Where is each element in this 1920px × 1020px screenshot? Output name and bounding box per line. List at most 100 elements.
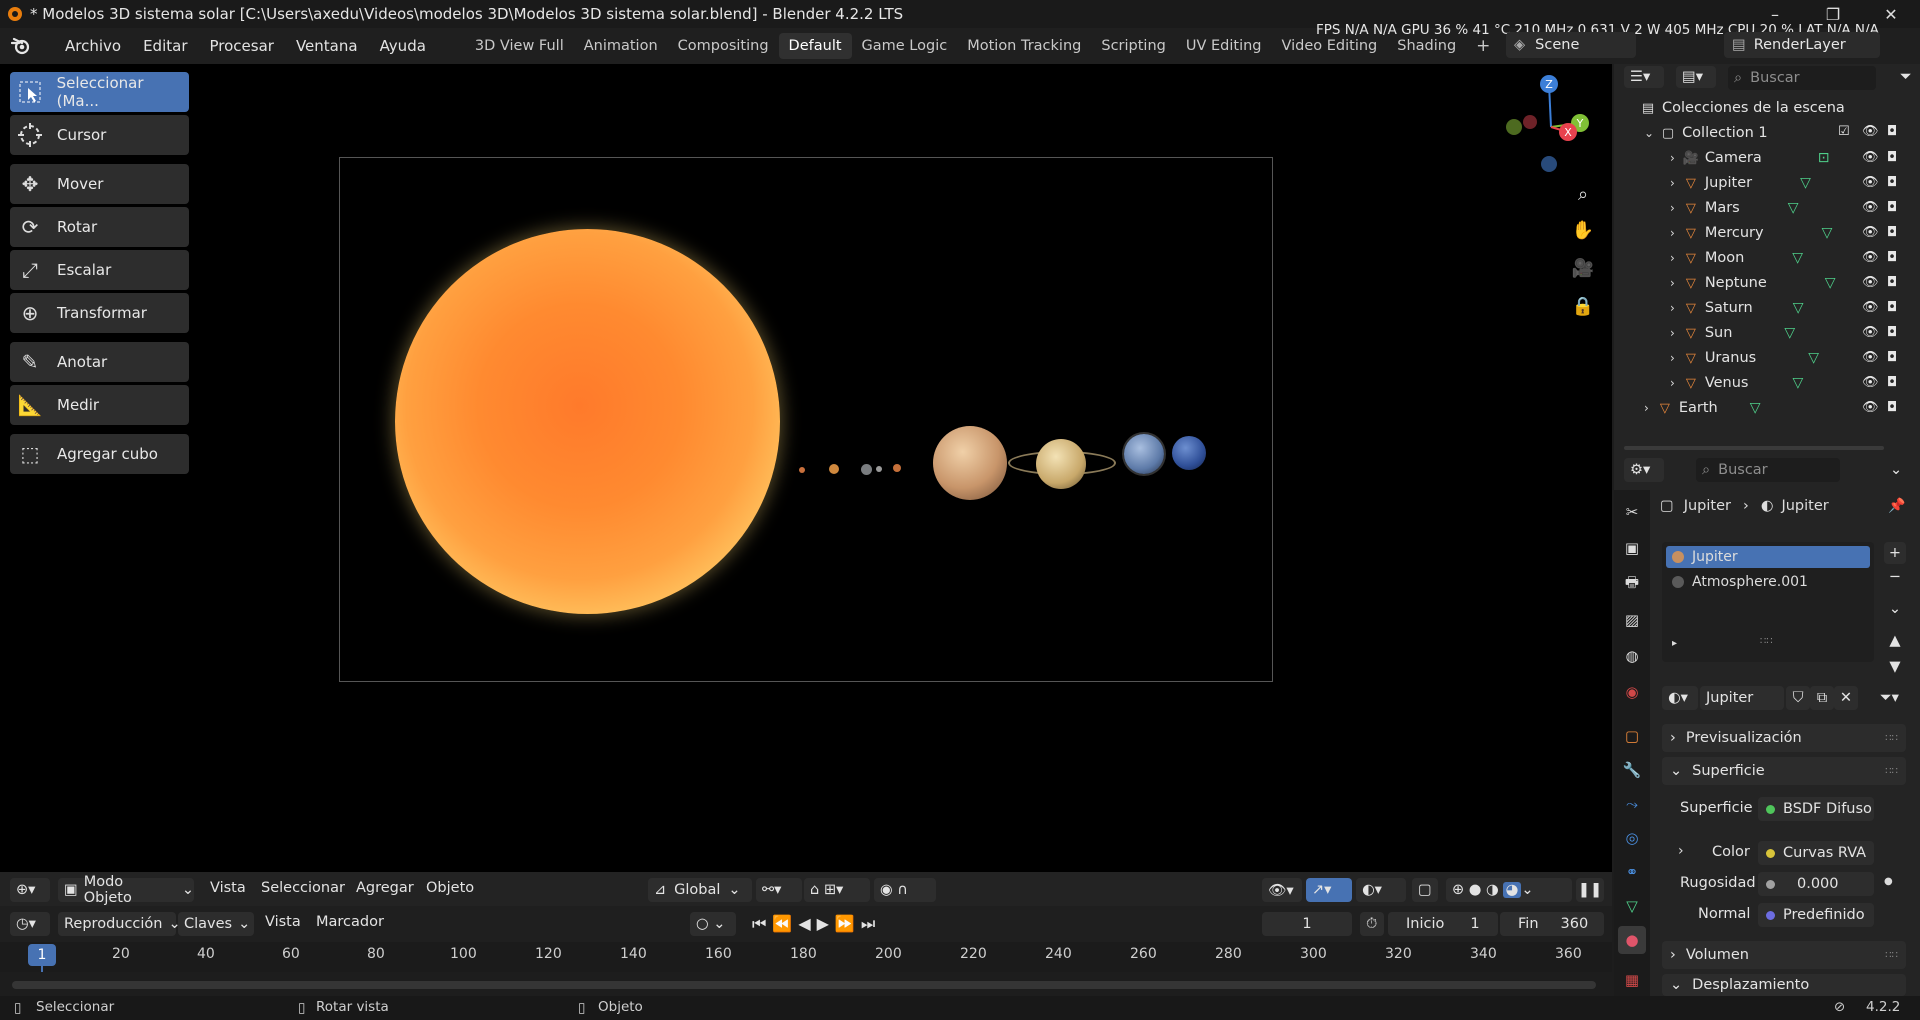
eye-icon[interactable]: 👁 [1862, 225, 1879, 240]
material-slot-atmosphere[interactable]: Atmosphere.001 [1666, 571, 1870, 593]
tab-3d-view-full[interactable]: 3D View Full [465, 33, 574, 59]
menu-ayuda[interactable]: Ayuda [369, 37, 437, 55]
camera-render-icon[interactable]: ◘ [1887, 275, 1897, 290]
outliner-scrollbar[interactable] [1624, 446, 1884, 450]
menu-archivo[interactable]: Archivo [54, 37, 132, 55]
eye-icon[interactable]: 👁 [1862, 175, 1879, 190]
fake-user-shield-icon[interactable]: ⛉ [1786, 686, 1810, 710]
camera-render-icon[interactable]: ◘ [1887, 124, 1897, 139]
chevron-right-icon[interactable]: › [1670, 251, 1675, 265]
move-up-icon[interactable]: ▲ [1884, 630, 1906, 652]
mesh-data-icon[interactable]: ▽ [1618, 892, 1646, 920]
playback-dropdown[interactable]: Reproducción ⌄ [58, 912, 181, 936]
chevron-right-icon[interactable]: › [1670, 276, 1675, 290]
proportional-editing-icon[interactable]: ◉ ∩ [874, 878, 936, 902]
mesh-data-icon[interactable]: ▽ [1793, 300, 1804, 316]
surface-shader-field[interactable]: BSDF Difuso [1758, 797, 1874, 821]
drag-grip-icon[interactable]: ∷∷ [1885, 733, 1898, 744]
tool-move[interactable]: ✥ Mover [10, 164, 189, 204]
scrollbar-rail[interactable] [12, 981, 1596, 989]
chevron-right-icon[interactable]: › [1670, 151, 1675, 165]
render-settings-icon[interactable]: ▣ [1618, 534, 1646, 562]
chevron-right-icon[interactable]: › [1670, 351, 1675, 365]
saturn-planet[interactable] [1036, 439, 1086, 489]
neptune-planet[interactable] [1172, 436, 1206, 470]
moon-planet[interactable] [876, 466, 882, 472]
camera-render-icon[interactable]: ◘ [1887, 375, 1897, 390]
tab-game-logic[interactable]: Game Logic [852, 33, 958, 59]
slot-menu-chevron-icon[interactable]: ⌄ [1884, 598, 1906, 620]
keyframe-dot-icon[interactable]: ● [1884, 876, 1893, 887]
camera-view-icon[interactable]: 🎥 [1567, 252, 1599, 284]
tab-default[interactable]: Default [778, 33, 852, 59]
gizmo-toggle-icon[interactable]: ↗▾ [1306, 878, 1352, 902]
material-properties-icon[interactable]: ● [1618, 926, 1646, 954]
tab-compositing[interactable]: Compositing [668, 33, 779, 59]
outliner-search[interactable]: ⌕ Buscar [1728, 66, 1876, 90]
mesh-data-icon[interactable]: ▽ [1788, 200, 1799, 216]
mars-planet[interactable] [893, 464, 901, 472]
timeline-ruler[interactable]: 1 20 40 60 80 100 120 140 160 180 200 22… [0, 942, 1612, 1000]
add-slot-button[interactable]: + [1884, 542, 1906, 564]
mesh-data-icon[interactable]: ▽ [1792, 250, 1803, 266]
tool-settings-icon[interactable]: ✂ [1618, 498, 1646, 526]
drag-grip-icon[interactable]: ∷∷ [1885, 950, 1898, 961]
navigation-gizmo[interactable]: Z Y X [1496, 72, 1606, 182]
camera-render-icon[interactable]: ◘ [1887, 250, 1897, 265]
normal-field[interactable]: Predefinido [1758, 903, 1874, 927]
remove-slot-button[interactable]: − [1884, 566, 1906, 588]
chevron-right-icon[interactable]: › [1670, 201, 1675, 215]
overlay-toggle-icon[interactable]: ◐▾ [1356, 878, 1406, 902]
tool-measure[interactable]: 📐 Medir [10, 385, 189, 425]
xray-icon[interactable]: ▢ [1412, 878, 1438, 902]
playback-controls[interactable]: ⏮⏪◀▶⏩⏭ [746, 912, 894, 936]
pan-hand-icon[interactable]: ✋ [1567, 214, 1599, 246]
mesh-data-icon[interactable]: ▽ [1808, 350, 1819, 366]
camera-render-icon[interactable]: ◘ [1887, 150, 1897, 165]
tab-uv-editing[interactable]: UV Editing [1176, 33, 1272, 59]
camera-render-icon[interactable]: ◘ [1887, 225, 1897, 240]
eye-icon[interactable]: 👁 [1862, 124, 1879, 139]
filter-icon[interactable]: ⏷ [1894, 66, 1916, 88]
tab-scripting[interactable]: Scripting [1091, 33, 1175, 59]
visibility-dropdown-icon[interactable]: 👁▾ [1262, 878, 1302, 902]
mesh-data-icon[interactable]: ▽ [1750, 400, 1761, 416]
panel-preview-header[interactable]: › Previsualización ∷∷ [1662, 724, 1906, 752]
chevron-down-icon[interactable]: ⌄ [1644, 126, 1654, 140]
unlink-x-icon[interactable]: ✕ [1834, 686, 1858, 710]
chevron-right-icon[interactable]: › [1644, 401, 1649, 415]
mesh-data-icon[interactable]: ▽ [1784, 325, 1795, 341]
eye-icon[interactable]: 👁 [1862, 275, 1879, 290]
material-slot-jupiter[interactable]: Jupiter [1666, 546, 1870, 568]
menu-ventana[interactable]: Ventana [285, 37, 369, 55]
eye-icon[interactable]: 👁 [1862, 200, 1879, 215]
tool-annotate[interactable]: ✎ Anotar [10, 342, 189, 382]
chevron-right-icon[interactable]: › [1670, 326, 1675, 340]
chevron-right-icon[interactable]: › [1670, 176, 1675, 190]
scene-selector[interactable]: ◈ Scene [1506, 32, 1636, 58]
camera-render-icon[interactable]: ◘ [1887, 200, 1897, 215]
tool-transform[interactable]: ⊕ Transformar [10, 293, 189, 333]
tool-rotate[interactable]: ⟳ Rotar [10, 207, 189, 247]
eye-icon[interactable]: 👁 [1862, 250, 1879, 265]
pin-icon[interactable]: 📌 [1888, 498, 1905, 514]
menu-procesar[interactable]: Procesar [199, 37, 285, 55]
scene-collection-row[interactable]: ▤ Colecciones de la escena [1640, 96, 1910, 120]
view-layer-selector[interactable]: ▤ RenderLayer [1724, 32, 1880, 58]
mesh-data-icon[interactable]: ▽ [1792, 375, 1803, 391]
gizmo-neg-x-axis[interactable] [1523, 115, 1537, 129]
properties-search[interactable]: ⌕ Buscar [1696, 458, 1840, 482]
menu-objeto[interactable]: Objeto [426, 880, 474, 896]
physics-icon[interactable]: ◎ [1618, 824, 1646, 852]
mesh-data-icon[interactable]: ▽ [1825, 275, 1836, 291]
pivot-point-icon[interactable]: ⚯▾ [756, 878, 802, 902]
tool-scale[interactable]: ⤢ Escalar [10, 250, 189, 290]
current-frame-field[interactable]: 1 [1262, 912, 1352, 936]
roughness-field[interactable]: 0.000 [1758, 872, 1874, 896]
eye-icon[interactable]: 👁 [1862, 150, 1879, 165]
earth-planet[interactable] [861, 464, 872, 475]
timeline-menu-marcador[interactable]: Marcador [316, 914, 384, 930]
chevron-right-icon[interactable]: › [1670, 226, 1675, 240]
eye-icon[interactable]: 👁 [1862, 325, 1879, 340]
resize-grip-icon[interactable]: ∷∷ [1760, 636, 1773, 647]
